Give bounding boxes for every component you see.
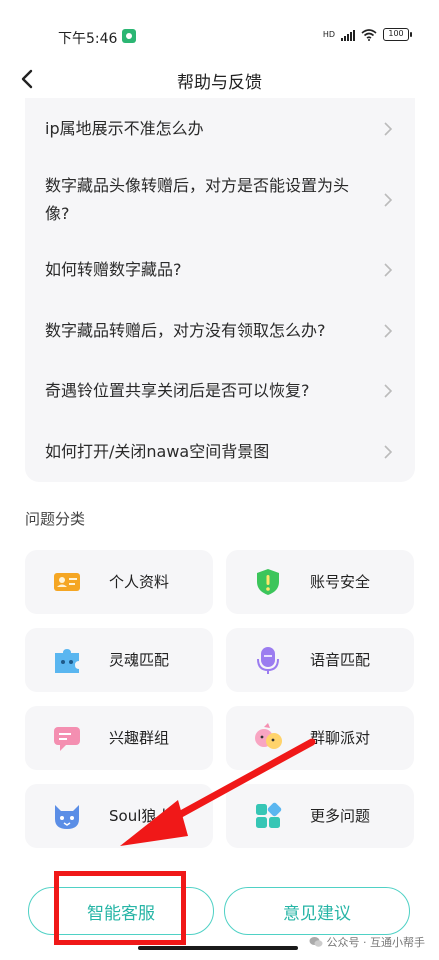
grid-icon [256,802,282,828]
watermark: 公众号 · 互通小帮手 [309,934,426,950]
category-label: 更多问题 [310,807,371,825]
help-feedback-screen: 下午5:46 HD 100 帮助与反馈 ip属地展示不准怎么办 数字藏品头像转赠… [0,0,439,960]
category-label: Soul狼人 [109,807,172,825]
faq-item[interactable]: 如何转赠数字藏品? [25,255,415,285]
faq-question: 数字藏品转赠后，对方没有领取怎么办? [45,321,326,340]
nav-header: 帮助与反馈 [0,56,439,102]
party-icon [255,723,282,749]
wolf-icon [55,805,79,829]
category-soul-match[interactable]: 灵魂匹配 [25,628,213,692]
page-title: 帮助与反馈 [177,73,262,93]
chevron-right-icon [384,445,393,459]
id-card-icon [54,573,80,591]
status-bar: 下午5:46 HD 100 [0,0,439,56]
category-section-title: 问题分类 [25,510,86,528]
faq-list: ip属地展示不准怎么办 数字藏品头像转赠后，对方是否能设置为头像? 如何转赠数字… [25,98,415,482]
faq-question: 数字藏品头像转赠后，对方是否能设置为头像? [45,176,350,223]
status-time: 下午5:46 [58,31,118,47]
chevron-right-icon [384,193,393,207]
wifi-icon [361,28,377,41]
app-notification-icon [122,29,136,43]
category-label: 语音匹配 [310,651,371,669]
microphone-icon [257,647,279,674]
category-personal-info[interactable]: 个人资料 [25,550,213,614]
puzzle-icon [55,649,79,673]
signal-icon [341,29,355,41]
faq-item[interactable]: 数字藏品转赠后，对方没有领取怎么办? [25,316,415,346]
category-group-party[interactable]: 群聊派对 [226,706,414,770]
battery-icon: 100 [383,28,412,41]
faq-item[interactable]: 如何打开/关闭nawa空间背景图 [25,437,415,467]
category-soul-werewolf[interactable]: Soul狼人 [25,784,213,848]
watermark-text: 公众号 · 互通小帮手 [326,936,426,949]
faq-item[interactable]: ip属地展示不准怎么办 [25,114,415,144]
faq-question: ip属地展示不准怎么办 [45,119,204,138]
category-label: 灵魂匹配 [109,651,170,669]
wechat-icon [309,937,322,947]
faq-item[interactable]: 奇遇铃位置共享关闭后是否可以恢复? [25,376,415,406]
chevron-right-icon [384,122,393,136]
feedback-button[interactable]: 意见建议 [224,887,410,935]
faq-question: 奇遇铃位置共享关闭后是否可以恢复? [45,381,310,400]
chevron-right-icon [384,263,393,277]
category-voice-match[interactable]: 语音匹配 [226,628,414,692]
status-indicators: HD 100 [322,28,412,41]
category-label: 群聊派对 [310,729,371,747]
category-more-questions[interactable]: 更多问题 [226,784,414,848]
chevron-right-icon [384,384,393,398]
home-indicator[interactable] [138,946,298,950]
faq-question: 如何打开/关闭nawa空间背景图 [45,442,270,461]
category-account-security[interactable]: 账号安全 [226,550,414,614]
category-label: 账号安全 [310,573,371,591]
shield-icon [257,569,279,595]
category-label: 兴趣群组 [109,729,170,747]
chevron-right-icon [384,324,393,338]
chat-bubble-icon [54,727,80,751]
hd-label: HD [322,30,335,39]
category-label: 个人资料 [109,573,170,591]
faq-question: 如何转赠数字藏品? [45,260,182,279]
smart-service-button[interactable]: 智能客服 [28,887,214,935]
category-interest-groups[interactable]: 兴趣群组 [25,706,213,770]
faq-item[interactable]: 数字藏品头像转赠后，对方是否能设置为头像? [25,170,415,230]
